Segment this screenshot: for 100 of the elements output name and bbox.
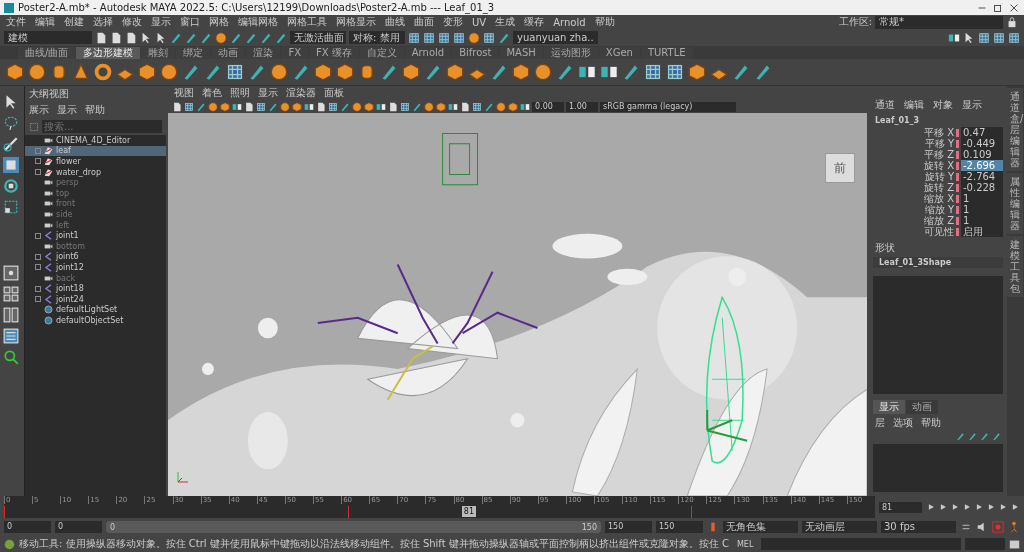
viewport-tool-icon[interactable] [220,101,230,112]
menu-item[interactable]: 视图 [174,86,194,100]
tool-icon[interactable] [245,31,257,44]
tool-icon[interactable] [260,31,272,44]
sphere-icon[interactable] [534,63,552,81]
menu-item[interactable]: 对象 [933,98,953,112]
expand-toggle[interactable] [35,264,41,271]
grid-icon[interactable] [226,63,244,81]
menu-item[interactable]: 网格 [209,15,229,29]
range-slider[interactable]: 0 150 [106,521,601,533]
arrow-icon[interactable] [140,31,152,44]
menu-item[interactable]: 曲线 [385,15,405,29]
menu-item[interactable]: 曲面 [414,15,434,29]
cube-icon[interactable] [446,63,464,81]
view-cube[interactable]: 前 [825,153,855,183]
tool-icon[interactable] [182,63,200,81]
viewport-tool-icon[interactable] [328,101,338,112]
menu-item[interactable]: 显示 [151,15,171,29]
channel-value[interactable]: 1 [961,193,1003,204]
viewport-tool-icon[interactable] [448,101,458,112]
viewport-tool-icon[interactable] [268,101,278,112]
outliner-item[interactable]: flower [56,157,81,166]
menu-item[interactable]: 帮助 [85,103,105,117]
viewport-tool-icon[interactable] [304,101,314,112]
tool-icon[interactable] [732,63,750,81]
viewport-tool-icon[interactable] [172,101,182,112]
shelf-tab[interactable]: 渲染 [246,46,281,59]
layer-tab[interactable]: 动画 [906,400,938,414]
tool-icon[interactable] [185,31,197,44]
menu-item[interactable]: 显示 [258,86,278,100]
menu-item[interactable]: 编辑 [35,15,55,29]
scale-icon[interactable] [3,199,19,215]
expand-toggle[interactable] [35,253,41,260]
shelf-tab[interactable]: 运动图形 [543,46,598,59]
viewport-tool-icon[interactable] [232,101,242,112]
tool-icon[interactable] [292,63,310,81]
shelf-tab[interactable]: 动画 [211,46,246,59]
move-icon[interactable] [3,157,19,173]
lock-icon[interactable] [1006,16,1018,28]
outliner-item[interactable]: CINEMA_4D_Editor [56,135,131,145]
viewport-tool-icon[interactable] [196,101,206,112]
menu-item[interactable]: 修改 [122,15,142,29]
tool-icon[interactable] [490,63,508,81]
viewport-tool-icon[interactable] [364,101,374,112]
viewport-tool-icon[interactable] [256,101,266,112]
viewport-tool-icon[interactable] [520,101,530,112]
viewport-tool-icon[interactable] [496,101,506,112]
menu-item[interactable]: 变形 [443,15,463,29]
search-icon[interactable] [3,349,19,365]
viewport-tool-icon[interactable] [184,101,194,112]
cube-icon[interactable] [512,63,530,81]
menu-item[interactable]: 帮助 [921,416,941,430]
viewport-tool-icon[interactable] [436,101,446,112]
grid-icon[interactable] [666,63,684,81]
outliner-item[interactable]: leaf [56,146,71,156]
tool-icon[interactable] [424,63,442,81]
command-field[interactable] [761,538,961,550]
shelf-tab[interactable]: 曲线/曲面 [18,46,76,59]
fps-dropdown[interactable]: 30 fps [881,521,956,533]
exposure-field[interactable]: 0.00 [532,101,564,112]
menu-item[interactable]: 显示 [962,98,982,112]
viewport-tool-icon[interactable] [208,101,218,112]
shelf-tab[interactable]: MASH [499,46,543,59]
user-account-button[interactable]: yuanyuan zha.. [513,31,598,44]
viewport-tool-icon[interactable] [292,101,302,112]
menu-item[interactable]: UV [472,16,487,28]
color-space-dropdown[interactable]: sRGB gamma (legacy) [600,101,736,112]
outliner-layout-icon[interactable] [3,328,19,344]
expand-toggle[interactable] [35,169,41,176]
viewport-tool-icon[interactable] [472,101,482,112]
menu-item[interactable]: 显示 [57,103,77,117]
gamma-field[interactable]: 1.00 [566,101,598,112]
menu-item[interactable]: 创建 [64,15,84,29]
shelf-tab[interactable]: 自定义 [359,46,404,59]
tool-icon[interactable] [556,63,574,81]
viewport-tool-icon[interactable] [340,101,350,112]
viewport-tool-icon[interactable] [460,101,470,112]
outliner-item[interactable]: defaultLightSet [56,305,118,315]
character-set-dropdown[interactable]: 无角色集 [723,521,798,533]
cube-icon[interactable] [314,63,332,81]
lasso-icon[interactable] [3,115,19,131]
expand-toggle[interactable] [35,285,41,292]
file-icon[interactable] [95,31,107,44]
two-view-icon[interactable] [3,307,19,323]
side-tab[interactable]: 属性编辑器 [1007,173,1023,234]
shelf-tab[interactable]: Bifrost [452,46,499,59]
channel-value[interactable]: -2.764 [961,171,1003,182]
viewport-tool-icon[interactable] [376,101,386,112]
viewport-tool-icon[interactable] [352,101,362,112]
anim-end-field[interactable]: 150 [605,521,652,533]
shape-name[interactable]: Leaf_01_3Shape [873,257,1003,268]
shelf-tab[interactable]: 多边形建模 [76,46,141,59]
mesh-icon[interactable] [44,157,53,166]
start-time-field[interactable]: 0 [4,521,51,533]
torus-icon[interactable] [94,63,112,81]
menu-item[interactable]: 帮助 [594,15,615,29]
cube-icon[interactable] [688,63,706,81]
viewport-tool-icon[interactable] [412,101,422,112]
workspace-dropdown[interactable]: 常规* [875,15,1003,29]
sphere-icon[interactable] [270,63,288,81]
